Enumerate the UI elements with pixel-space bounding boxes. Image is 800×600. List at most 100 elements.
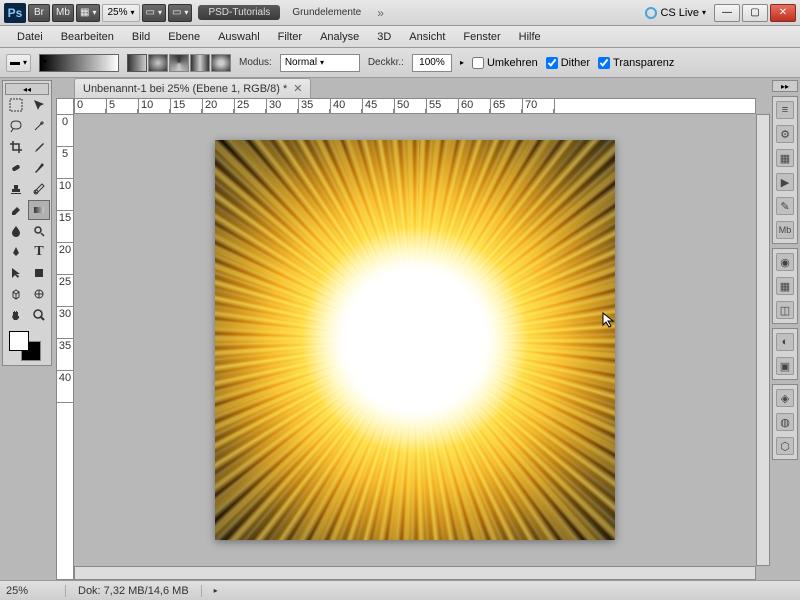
reverse-label: Umkehren (487, 57, 538, 69)
scrollbar-vertical[interactable] (756, 114, 770, 566)
menu-ebene[interactable]: Ebene (159, 28, 209, 46)
menu-filter[interactable]: Filter (269, 28, 311, 46)
tool-preset-picker[interactable]: ▬ (6, 54, 31, 72)
history-brush-tool[interactable] (28, 179, 50, 199)
arrange-docs-button[interactable]: ▭ (142, 4, 166, 22)
status-flyout-icon[interactable]: ▸ (214, 586, 218, 595)
ruler-tick: 70 (523, 99, 555, 113)
dock-collapse-toggle[interactable]: ▸▸ (772, 80, 798, 92)
menu-hilfe[interactable]: Hilfe (510, 28, 550, 46)
3d-camera-tool[interactable] (28, 284, 50, 304)
options-bar: ▬ Modus: Normal Deckkr.: ▸ Umkehren Dith… (0, 48, 800, 78)
history-panel-icon[interactable]: ≡ (776, 101, 794, 119)
menu-analyse[interactable]: Analyse (311, 28, 368, 46)
move-tool[interactable] (28, 95, 50, 115)
menu-ansicht[interactable]: Ansicht (400, 28, 454, 46)
dodge-tool[interactable] (28, 221, 50, 241)
gradient-angle-button[interactable] (169, 54, 189, 72)
gradient-reflected-button[interactable] (190, 54, 210, 72)
pen-tool[interactable] (5, 242, 27, 262)
color-swatches[interactable] (5, 331, 49, 363)
3d-object-tool[interactable] (5, 284, 27, 304)
crop-tool[interactable] (5, 137, 27, 157)
opacity-label: Deckkr.: (368, 57, 404, 68)
tool-presets-panel-icon[interactable]: ✎ (776, 197, 794, 215)
lasso-tool[interactable] (5, 116, 27, 136)
status-doc-size[interactable]: Dok: 7,32 MB/14,6 MB (78, 585, 202, 597)
wand-tool[interactable] (28, 116, 50, 136)
reverse-checkbox[interactable]: Umkehren (472, 57, 538, 69)
bridge-button[interactable]: Br (28, 4, 50, 22)
maximize-button[interactable]: ▢ (742, 4, 768, 22)
minibridge-button[interactable]: Mb (52, 4, 74, 22)
dock-panel-2: ◉ ▦ ◫ (772, 248, 798, 324)
layers-panel-icon[interactable]: ◈ (776, 389, 794, 407)
channels-panel-icon[interactable]: ◍ (776, 413, 794, 431)
gradient-linear-button[interactable] (127, 54, 147, 72)
gradient-picker[interactable] (39, 54, 119, 72)
status-zoom[interactable]: 25% (6, 585, 66, 597)
screen-mode-button[interactable]: ▭ (168, 4, 192, 22)
scrollbar-horizontal[interactable] (74, 566, 756, 580)
minibridge-panel-icon[interactable]: Mb (776, 221, 794, 239)
ruler-horizontal[interactable]: 0 5 10 15 20 25 30 35 40 45 50 55 60 65 … (74, 98, 756, 114)
menu-auswahl[interactable]: Auswahl (209, 28, 269, 46)
transparency-label: Transparenz (613, 57, 674, 69)
eraser-tool[interactable] (5, 200, 27, 220)
brush-tool[interactable] (28, 158, 50, 178)
swatches-panel-icon[interactable]: ▦ (776, 277, 794, 295)
ruler-tick: 35 (57, 339, 73, 371)
dock-panel-4: ◈ ◍ ⬡ (772, 384, 798, 460)
type-tool[interactable]: T (28, 242, 50, 262)
shape-tool[interactable] (28, 263, 50, 283)
view-extras-button[interactable]: ▦ (76, 4, 100, 22)
blend-mode-select[interactable]: Normal (280, 54, 360, 72)
opacity-input[interactable] (412, 54, 452, 72)
minimize-button[interactable]: — (714, 4, 740, 22)
workspace-primary[interactable]: PSD-Tutorials (198, 5, 280, 20)
cs-live-button[interactable]: CS Live ▾ (645, 7, 706, 19)
expand-workspaces-icon[interactable]: » (377, 6, 384, 20)
gradient-tool[interactable] (28, 200, 50, 220)
actions-panel-icon[interactable]: ⚙ (776, 125, 794, 143)
zoom-tool[interactable] (28, 305, 50, 325)
dither-checkbox[interactable]: Dither (546, 57, 590, 69)
marquee-tool[interactable] (5, 95, 27, 115)
canvas[interactable] (215, 140, 615, 540)
menu-bild[interactable]: Bild (123, 28, 159, 46)
hand-tool[interactable] (5, 305, 27, 325)
properties-panel-icon[interactable]: ▦ (776, 149, 794, 167)
gradient-diamond-button[interactable] (211, 54, 231, 72)
opacity-flyout-icon[interactable]: ▸ (460, 58, 464, 67)
ruler-vertical[interactable]: 0 5 10 15 20 25 30 35 40 (56, 98, 74, 580)
toolbox-collapse-toggle[interactable]: ◂◂ (5, 83, 49, 95)
canvas-viewport[interactable] (74, 114, 756, 566)
document-tab[interactable]: Unbenannt-1 bei 25% (Ebene 1, RGB/8) * ✕ (74, 78, 311, 98)
heal-tool[interactable] (5, 158, 27, 178)
workspace-secondary[interactable]: Grundelemente (282, 5, 371, 20)
menu-bearbeiten[interactable]: Bearbeiten (52, 28, 123, 46)
styles-panel-icon[interactable]: ◫ (776, 301, 794, 319)
transparency-checkbox[interactable]: Transparenz (598, 57, 674, 69)
eyedropper-tool[interactable] (28, 137, 50, 157)
menu-datei[interactable]: Datei (8, 28, 52, 46)
ruler-tick: 45 (363, 99, 395, 113)
ruler-tick: 25 (57, 275, 73, 307)
adjustments-panel-icon[interactable]: ◐ (776, 333, 794, 351)
zoom-level-select[interactable]: 25% (102, 4, 139, 22)
ruler-tick: 30 (57, 307, 73, 339)
animation-panel-icon[interactable]: ▶ (776, 173, 794, 191)
blur-tool[interactable] (5, 221, 27, 241)
close-button[interactable]: ✕ (770, 4, 796, 22)
menu-fenster[interactable]: Fenster (454, 28, 509, 46)
gradient-radial-button[interactable] (148, 54, 168, 72)
path-select-tool[interactable] (5, 263, 27, 283)
foreground-color-swatch[interactable] (9, 331, 29, 351)
masks-panel-icon[interactable]: ▣ (776, 357, 794, 375)
close-tab-icon[interactable]: ✕ (293, 82, 302, 95)
paths-panel-icon[interactable]: ⬡ (776, 437, 794, 455)
menu-3d[interactable]: 3D (368, 28, 400, 46)
stamp-tool[interactable] (5, 179, 27, 199)
color-panel-icon[interactable]: ◉ (776, 253, 794, 271)
ruler-tick: 15 (57, 211, 73, 243)
